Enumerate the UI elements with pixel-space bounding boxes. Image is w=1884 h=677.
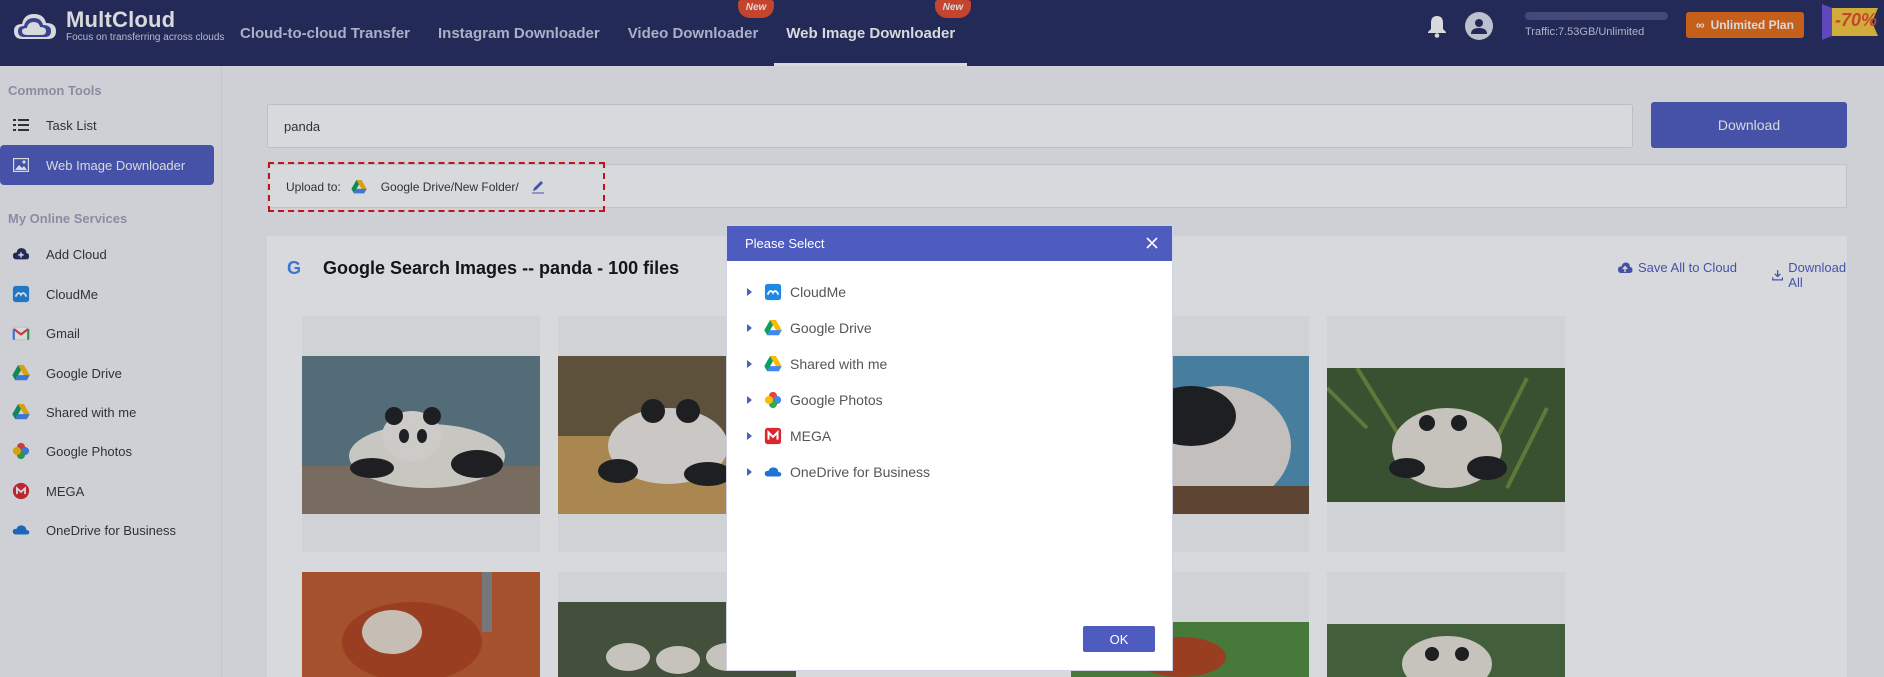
cloudme-icon <box>764 283 782 301</box>
tree-item-label: Shared with me <box>790 356 888 372</box>
expand-caret-icon[interactable] <box>747 468 752 476</box>
tree-item-label: MEGA <box>790 428 832 444</box>
tree-item-shared-with-me[interactable]: Shared with me <box>747 346 930 382</box>
tree-item-label: Google Drive <box>790 320 872 336</box>
mega-icon <box>764 427 782 445</box>
dialog-header: Please Select <box>727 226 1172 261</box>
tree-item-label: Google Photos <box>790 392 883 408</box>
ok-button[interactable]: OK <box>1083 626 1155 652</box>
cloud-tree: CloudMe Google Drive Shared with me Goog… <box>747 274 930 490</box>
dialog-title: Please Select <box>745 236 825 251</box>
google-drive-icon <box>764 319 782 337</box>
google-photos-icon <box>764 391 782 409</box>
close-icon[interactable] <box>1144 235 1160 251</box>
expand-caret-icon[interactable] <box>747 432 752 440</box>
expand-caret-icon[interactable] <box>747 288 752 296</box>
expand-caret-icon[interactable] <box>747 324 752 332</box>
expand-caret-icon[interactable] <box>747 360 752 368</box>
tree-item-onedrive-for-business[interactable]: OneDrive for Business <box>747 454 930 490</box>
please-select-dialog: Please Select CloudMe Google Drive Share… <box>726 225 1173 671</box>
tree-item-cloudme[interactable]: CloudMe <box>747 274 930 310</box>
tree-item-label: CloudMe <box>790 284 847 300</box>
tree-item-mega[interactable]: MEGA <box>747 418 930 454</box>
onedrive-icon <box>764 463 782 481</box>
tree-item-label: OneDrive for Business <box>790 464 931 480</box>
tree-item-google-drive[interactable]: Google Drive <box>747 310 930 346</box>
ok-label: OK <box>1109 631 1129 647</box>
expand-caret-icon[interactable] <box>747 396 752 404</box>
tree-item-google-photos[interactable]: Google Photos <box>747 382 930 418</box>
shared-drive-icon <box>764 355 782 373</box>
